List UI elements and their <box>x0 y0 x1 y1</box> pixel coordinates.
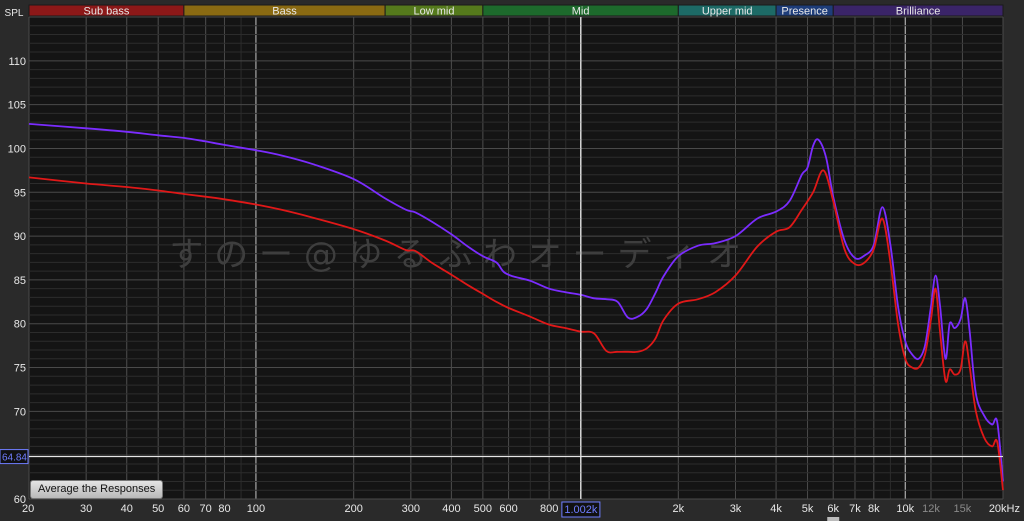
band-label: Bass <box>272 6 297 18</box>
y-tick-label: 105 <box>8 100 26 112</box>
frequency-band-bar: Sub bass Bass Low mid Mid Upper mid Presence B… <box>28 4 1004 18</box>
x-tick-label: 300 <box>402 503 420 515</box>
x-tick-label: 3k <box>730 503 742 515</box>
x-tick-label: 20 <box>22 503 34 515</box>
band-label: Mid <box>572 6 590 18</box>
y-tick-label: 85 <box>14 275 26 287</box>
cursor-freq-readout: 1.002k <box>564 504 598 516</box>
frequency-response-chart[interactable]: Sub bass Bass Low mid Mid Upper mid Presence B… <box>0 0 1024 521</box>
x-tick-label: 80 <box>218 503 230 515</box>
y-tick-label: 70 <box>14 406 26 418</box>
y-tick-label: 75 <box>14 363 26 375</box>
x-tick-label: 15k <box>954 503 972 515</box>
band-label: Sub bass <box>84 6 130 18</box>
x-tick-label: 100 <box>247 503 265 515</box>
x-tick-label: 2k <box>673 503 685 515</box>
band-label: Upper mid <box>702 6 753 18</box>
x-tick-label: 50 <box>152 503 164 515</box>
y-tick-label: 80 <box>14 319 26 331</box>
average-responses-button[interactable]: Average the Responses <box>30 480 164 499</box>
x-tick-label: 70 <box>200 503 212 515</box>
x-tick-label: 500 <box>474 503 492 515</box>
band-label: Low mid <box>414 6 455 18</box>
cursor-spl-readout: 64.84 <box>2 453 27 464</box>
y-tick-label: 95 <box>14 187 26 199</box>
x-tick-label: 200 <box>344 503 362 515</box>
watermark: す の ー @ ゆ る ふ わ オ ー デ ィ オ <box>169 235 741 275</box>
x-tick-label: 12k <box>922 503 940 515</box>
x-tick-label: 40 <box>121 503 133 515</box>
x-tick-label: 10k <box>896 503 914 515</box>
x-tick-label: 7k <box>849 503 861 515</box>
x-tick-label: 800 <box>540 503 558 515</box>
y-tick-label: 100 <box>8 143 26 155</box>
y-tick-label: 90 <box>14 231 26 243</box>
x-tick-label: 30 <box>80 503 92 515</box>
x-tick-label: 600 <box>499 503 517 515</box>
y-axis-label: SPL <box>5 8 24 19</box>
y-tick-label: 110 <box>8 56 26 68</box>
x-tick-label: 8k <box>868 503 880 515</box>
band-label: Presence <box>781 6 827 18</box>
x-tick-label: 20kHz <box>989 503 1020 515</box>
x-tick-label: 6k <box>827 503 839 515</box>
x-tick-label: 60 <box>178 503 190 515</box>
x-tick-label: 5k <box>802 503 814 515</box>
x-tick-label: 4k <box>770 503 782 515</box>
x-tick-label: 400 <box>442 503 460 515</box>
scroll-marker[interactable] <box>827 517 840 521</box>
band-label: Brilliance <box>896 6 941 18</box>
